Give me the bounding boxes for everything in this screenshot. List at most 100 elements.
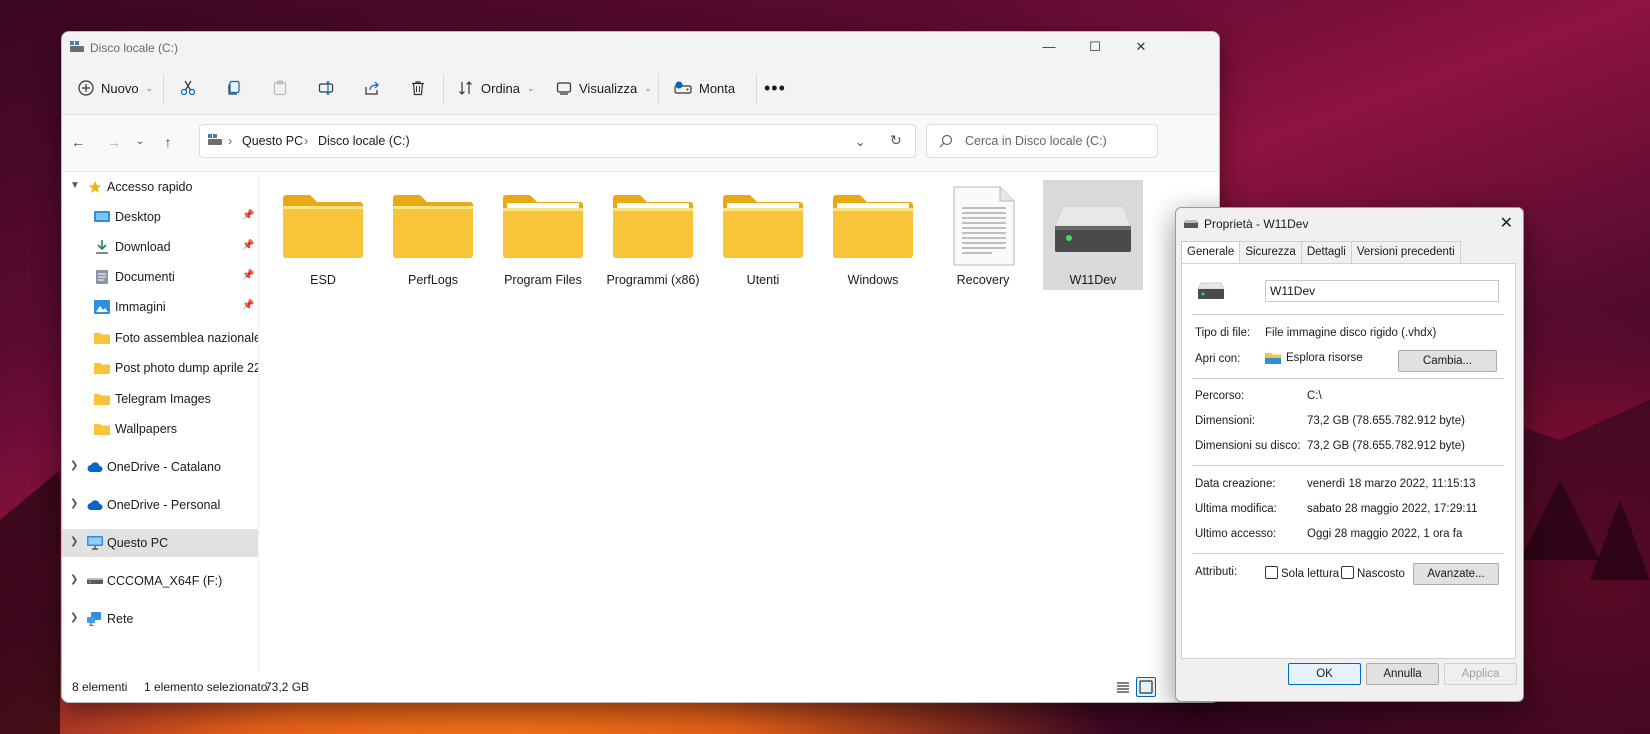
- tab-previous-versions[interactable]: Versioni precedenti: [1350, 241, 1461, 264]
- sidebar-item-download[interactable]: Download 📌: [62, 233, 258, 261]
- large-icons-view-icon[interactable]: [1136, 677, 1156, 697]
- cancel-button[interactable]: Annulla: [1366, 663, 1439, 685]
- up-arrow-icon[interactable]: ↑: [158, 132, 178, 152]
- sidebar-item-quick-access[interactable]: ▼ Accesso rapido: [62, 173, 258, 201]
- title-bar: Disco locale (C:) — ☐ ✕: [62, 32, 1219, 62]
- tab-details[interactable]: Dettagli: [1300, 241, 1352, 264]
- collapsed-chevron-icon[interactable]: ❯: [70, 460, 78, 471]
- sidebar-label: Desktop: [115, 210, 161, 224]
- tab-general[interactable]: Generale: [1181, 241, 1241, 265]
- folder-item-utenti[interactable]: Utenti: [713, 180, 813, 290]
- checkbox-box[interactable]: [1265, 566, 1278, 579]
- disk-size-value: 73,2 GB (78.655.782.912 byte): [1307, 440, 1465, 452]
- folder-icon: [393, 195, 473, 258]
- sidebar-label: Documenti: [115, 270, 175, 284]
- new-button[interactable]: Nuovo ⌄: [78, 74, 153, 102]
- sidebar-item-onedrive-catalano[interactable]: ❯ OneDrive - Catalano: [62, 453, 258, 481]
- expanded-chevron-icon[interactable]: ▼: [70, 180, 80, 191]
- readonly-checkbox[interactable]: Sola lettura: [1265, 566, 1339, 580]
- advanced-button[interactable]: Avanzate...: [1413, 563, 1499, 585]
- forward-arrow-icon[interactable]: →: [104, 132, 124, 152]
- refresh-icon[interactable]: ↻: [890, 132, 902, 149]
- pin-icon[interactable]: 📌: [242, 240, 254, 251]
- collapsed-chevron-icon[interactable]: ❯: [70, 536, 78, 547]
- sidebar-item-onedrive-personal[interactable]: ❯ OneDrive - Personal: [62, 491, 258, 519]
- sidebar-item-folder[interactable]: Wallpapers: [62, 415, 258, 443]
- sidebar-item-desktop[interactable]: Desktop 📌: [62, 203, 258, 231]
- status-bar: 8 elementi 1 elemento selezionato 73,2 G…: [62, 672, 1219, 702]
- collapsed-chevron-icon[interactable]: ❯: [70, 574, 78, 585]
- sidebar-item-documents[interactable]: Documenti 📌: [62, 263, 258, 291]
- checkbox-box[interactable]: [1341, 566, 1354, 579]
- rename-button[interactable]: [318, 74, 334, 102]
- collapsed-chevron-icon[interactable]: ❯: [70, 498, 78, 509]
- breadcrumb-this-pc[interactable]: Questo PC: [242, 134, 303, 148]
- text-file-icon: [953, 186, 1015, 266]
- search-box[interactable]: Cerca in Disco locale (C:): [926, 124, 1158, 158]
- folder-item-perflogs[interactable]: PerfLogs: [383, 180, 483, 290]
- item-name: Utenti: [746, 273, 780, 287]
- accessed-label: Ultimo accesso:: [1195, 528, 1277, 540]
- name-field[interactable]: W11Dev: [1265, 280, 1499, 302]
- sidebar-label: OneDrive - Personal: [107, 498, 221, 512]
- dialog-tabs: Generale Sicurezza Dettagli Versioni pre…: [1181, 241, 1461, 265]
- sidebar-item-usb-drive[interactable]: ❯ CCCOMA_X64F (F:): [62, 567, 258, 595]
- share-button[interactable]: [364, 74, 380, 102]
- file-list: ESD PerfLogs Program Files Programmi (x8…: [259, 172, 1219, 672]
- close-icon[interactable]: ✕: [1130, 36, 1152, 58]
- folder-item-programmi-x86[interactable]: Programmi (x86): [603, 180, 703, 290]
- file-explorer-window: Disco locale (C:) — ☐ ✕ Nuovo ⌄ Ordina ⌄…: [61, 31, 1220, 703]
- sidebar-item-pictures[interactable]: Immagini 📌: [62, 293, 258, 321]
- selection-count: 1 elemento selezionato: [144, 680, 268, 694]
- file-item-recovery[interactable]: Recovery: [933, 180, 1033, 290]
- recent-chevron-icon[interactable]: ⌄: [130, 132, 150, 152]
- modified-label: Ultima modifica:: [1195, 503, 1277, 515]
- tab-security[interactable]: Sicurezza: [1239, 241, 1302, 264]
- close-icon[interactable]: ✕: [1500, 213, 1513, 233]
- file-item-w11dev[interactable]: W11Dev: [1043, 180, 1143, 290]
- address-dropdown-icon[interactable]: ⌄: [855, 134, 865, 149]
- folder-icon: [94, 424, 110, 435]
- sidebar-label: Accesso rapido: [107, 180, 193, 194]
- sort-icon: [459, 81, 472, 95]
- hidden-checkbox[interactable]: Nascosto: [1341, 566, 1405, 580]
- change-button[interactable]: Cambia...: [1398, 350, 1497, 372]
- mount-button[interactable]: Monta: [674, 74, 735, 102]
- folder-item-esd[interactable]: ESD: [273, 180, 373, 290]
- folder-item-windows[interactable]: Windows: [823, 180, 923, 290]
- details-view-icon[interactable]: [1116, 680, 1130, 694]
- new-label: Nuovo: [101, 80, 139, 96]
- breadcrumb-local-disk[interactable]: Disco locale (C:): [318, 134, 410, 148]
- size-label: Dimensioni:: [1195, 415, 1256, 427]
- copy-button[interactable]: [226, 74, 242, 102]
- more-options-button[interactable]: •••: [764, 74, 786, 102]
- cut-button[interactable]: [180, 74, 196, 102]
- pin-icon[interactable]: 📌: [242, 300, 254, 311]
- folder-icon: [94, 394, 110, 405]
- view-button[interactable]: Visualizza ⌄: [556, 74, 652, 102]
- pin-icon[interactable]: 📌: [242, 210, 254, 221]
- paste-button[interactable]: [272, 74, 288, 102]
- collapsed-chevron-icon[interactable]: ❯: [70, 612, 78, 623]
- ok-button[interactable]: OK: [1288, 663, 1361, 685]
- address-bar[interactable]: › Questo PC › Disco locale (C:) ⌄ ↻: [199, 124, 916, 158]
- pin-icon[interactable]: 📌: [242, 270, 254, 281]
- back-arrow-icon[interactable]: ←: [68, 132, 88, 152]
- sort-button[interactable]: Ordina ⌄: [458, 74, 535, 102]
- folder-item-program-files[interactable]: Program Files: [493, 180, 593, 290]
- delete-button[interactable]: [410, 74, 426, 102]
- divider: [1192, 314, 1504, 315]
- sidebar-item-folder[interactable]: Telegram Images: [62, 385, 258, 413]
- sidebar-item-this-pc[interactable]: ❯ Questo PC: [62, 529, 258, 557]
- item-name: Recovery: [956, 273, 1010, 287]
- maximize-icon[interactable]: ☐: [1084, 36, 1106, 58]
- apply-button[interactable]: Applica: [1444, 663, 1517, 685]
- folder-icon: [94, 363, 110, 374]
- sidebar-item-network[interactable]: ❯ Rete: [62, 605, 258, 633]
- minimize-icon[interactable]: —: [1038, 36, 1060, 58]
- folder-icon: [283, 195, 363, 258]
- sidebar-item-folder[interactable]: Post photo dump aprile 22: [62, 354, 258, 382]
- dialog-title: Proprietà - W11Dev: [1204, 217, 1309, 231]
- item-count: 8 elementi: [72, 680, 128, 694]
- sidebar-item-folder[interactable]: Foto assemblea nazionale di: [62, 324, 258, 352]
